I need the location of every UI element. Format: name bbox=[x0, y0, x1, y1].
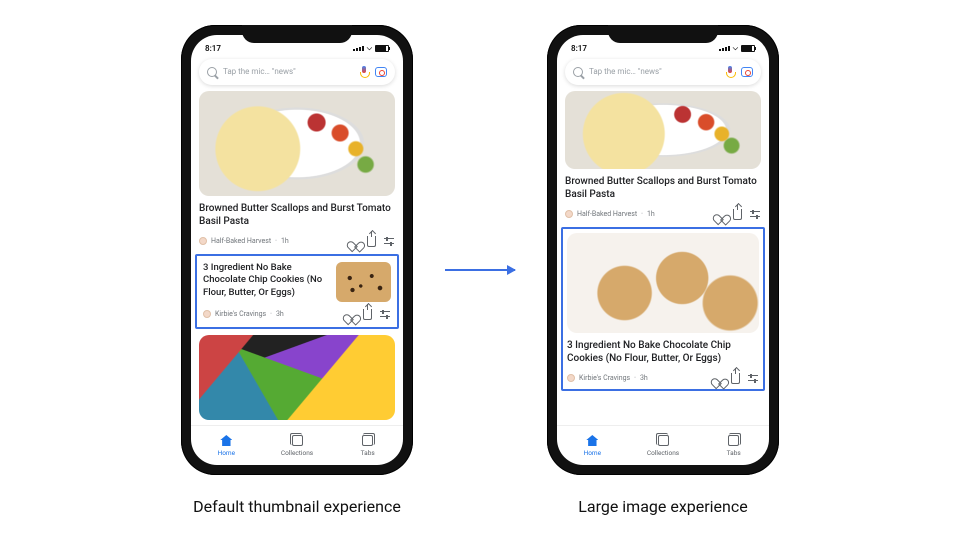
card-source: Kirbie's Cravings bbox=[215, 310, 266, 318]
wifi-icon: ⌵ bbox=[367, 44, 372, 53]
search-icon bbox=[573, 67, 583, 77]
feed-card-cookies-large[interactable]: 3 Ingredient No Bake Chocolate Chip Cook… bbox=[561, 227, 765, 391]
share-icon bbox=[731, 373, 740, 384]
heart-icon bbox=[346, 310, 356, 319]
source-icon bbox=[567, 374, 575, 382]
search-placeholder: Tap the mic… "news" bbox=[589, 67, 719, 76]
feed[interactable]: Browned Butter Scallops and Burst Tomato… bbox=[557, 91, 769, 425]
card-image-pasta bbox=[565, 91, 761, 169]
caption-right: Large image experience bbox=[578, 497, 747, 516]
tab-label: Tabs bbox=[361, 449, 375, 457]
status-time: 8:17 bbox=[205, 44, 221, 53]
collections-icon bbox=[658, 435, 669, 446]
home-icon bbox=[220, 435, 232, 446]
tune-button[interactable] bbox=[378, 308, 391, 321]
card-source: Half-Baked Harvest bbox=[211, 237, 271, 245]
share-button[interactable] bbox=[731, 208, 744, 221]
share-button[interactable] bbox=[361, 308, 374, 321]
share-icon bbox=[367, 236, 376, 247]
tab-label: Collections bbox=[281, 449, 313, 457]
tune-icon bbox=[384, 236, 394, 246]
tab-tabs[interactable]: Tabs bbox=[332, 426, 403, 465]
tab-label: Home bbox=[584, 449, 602, 457]
card-title: 3 Ingredient No Bake Chocolate Chip Cook… bbox=[203, 262, 328, 302]
card-age: 3h bbox=[276, 310, 284, 318]
like-button[interactable] bbox=[344, 308, 357, 321]
tune-icon bbox=[750, 209, 760, 219]
source-icon bbox=[203, 310, 211, 318]
tab-collections[interactable]: Collections bbox=[628, 426, 699, 465]
card-age: 1h bbox=[647, 210, 655, 218]
search-icon bbox=[207, 67, 217, 77]
card-image-pasta bbox=[199, 91, 395, 196]
card-thumbnail-cookies bbox=[336, 262, 391, 302]
feed-card-pasta[interactable]: Browned Butter Scallops and Burst Tomato… bbox=[557, 91, 769, 227]
lens-icon[interactable] bbox=[741, 67, 753, 77]
card-source: Kirbie's Cravings bbox=[579, 374, 630, 382]
like-button[interactable] bbox=[714, 208, 727, 221]
tab-home[interactable]: Home bbox=[191, 426, 262, 465]
tab-tabs[interactable]: Tabs bbox=[698, 426, 769, 465]
tune-button[interactable] bbox=[382, 235, 395, 248]
card-age: 3h bbox=[640, 374, 648, 382]
share-button[interactable] bbox=[729, 372, 742, 385]
tab-bar: Home Collections Tabs bbox=[557, 425, 769, 465]
battery-icon bbox=[741, 45, 755, 52]
tune-icon bbox=[748, 373, 758, 383]
phone-mock-left: 8:17 ⌵ Tap the mic… "news" Browned Butte… bbox=[181, 25, 413, 475]
like-button[interactable] bbox=[712, 372, 725, 385]
mic-icon[interactable] bbox=[725, 66, 735, 78]
tune-button[interactable] bbox=[746, 372, 759, 385]
card-title: Browned Butter Scallops and Burst Tomato… bbox=[199, 202, 395, 229]
notch bbox=[242, 25, 352, 43]
phone-mock-right: 8:17 ⌵ Tap the mic… "news" Browned Butte… bbox=[547, 25, 779, 475]
mic-icon[interactable] bbox=[359, 66, 369, 78]
search-bar[interactable]: Tap the mic… "news" bbox=[199, 59, 395, 85]
search-bar[interactable]: Tap the mic… "news" bbox=[565, 59, 761, 85]
tab-bar: Home Collections Tabs bbox=[191, 425, 403, 465]
tab-collections[interactable]: Collections bbox=[262, 426, 333, 465]
share-icon bbox=[733, 209, 742, 220]
tabs-icon bbox=[728, 435, 739, 446]
signal-icon bbox=[353, 46, 364, 51]
card-title: Browned Butter Scallops and Burst Tomato… bbox=[565, 175, 761, 202]
collections-icon bbox=[292, 435, 303, 446]
tab-label: Collections bbox=[647, 449, 679, 457]
tune-icon bbox=[380, 309, 390, 319]
lens-icon[interactable] bbox=[375, 67, 387, 77]
home-icon bbox=[586, 435, 598, 446]
like-button[interactable] bbox=[348, 235, 361, 248]
arrow-wrap bbox=[445, 45, 515, 495]
card-age: 1h bbox=[281, 237, 289, 245]
status-time: 8:17 bbox=[571, 44, 587, 53]
heart-icon bbox=[714, 374, 724, 383]
signal-icon bbox=[719, 46, 730, 51]
tab-label: Tabs bbox=[727, 449, 741, 457]
card-image-cookies bbox=[567, 233, 759, 333]
tab-home[interactable]: Home bbox=[557, 426, 628, 465]
share-icon bbox=[363, 309, 372, 320]
source-icon bbox=[565, 210, 573, 218]
tab-label: Home bbox=[218, 449, 236, 457]
arrow-icon bbox=[445, 269, 515, 271]
caption-left: Default thumbnail experience bbox=[193, 497, 401, 516]
card-image-extra bbox=[199, 335, 395, 420]
card-source: Half-Baked Harvest bbox=[577, 210, 637, 218]
wifi-icon: ⌵ bbox=[733, 44, 738, 53]
battery-icon bbox=[375, 45, 389, 52]
tune-button[interactable] bbox=[748, 208, 761, 221]
source-icon bbox=[199, 237, 207, 245]
search-placeholder: Tap the mic… "news" bbox=[223, 67, 353, 76]
feed-card-extra[interactable] bbox=[191, 335, 403, 425]
notch bbox=[608, 25, 718, 43]
feed-card-pasta[interactable]: Browned Butter Scallops and Burst Tomato… bbox=[191, 91, 403, 254]
feed-card-cookies-thumbnail[interactable]: 3 Ingredient No Bake Chocolate Chip Cook… bbox=[195, 254, 399, 329]
share-button[interactable] bbox=[365, 235, 378, 248]
feed[interactable]: Browned Butter Scallops and Burst Tomato… bbox=[191, 91, 403, 425]
tabs-icon bbox=[362, 435, 373, 446]
heart-icon bbox=[716, 210, 726, 219]
heart-icon bbox=[350, 237, 360, 246]
card-title: 3 Ingredient No Bake Chocolate Chip Cook… bbox=[567, 339, 759, 366]
